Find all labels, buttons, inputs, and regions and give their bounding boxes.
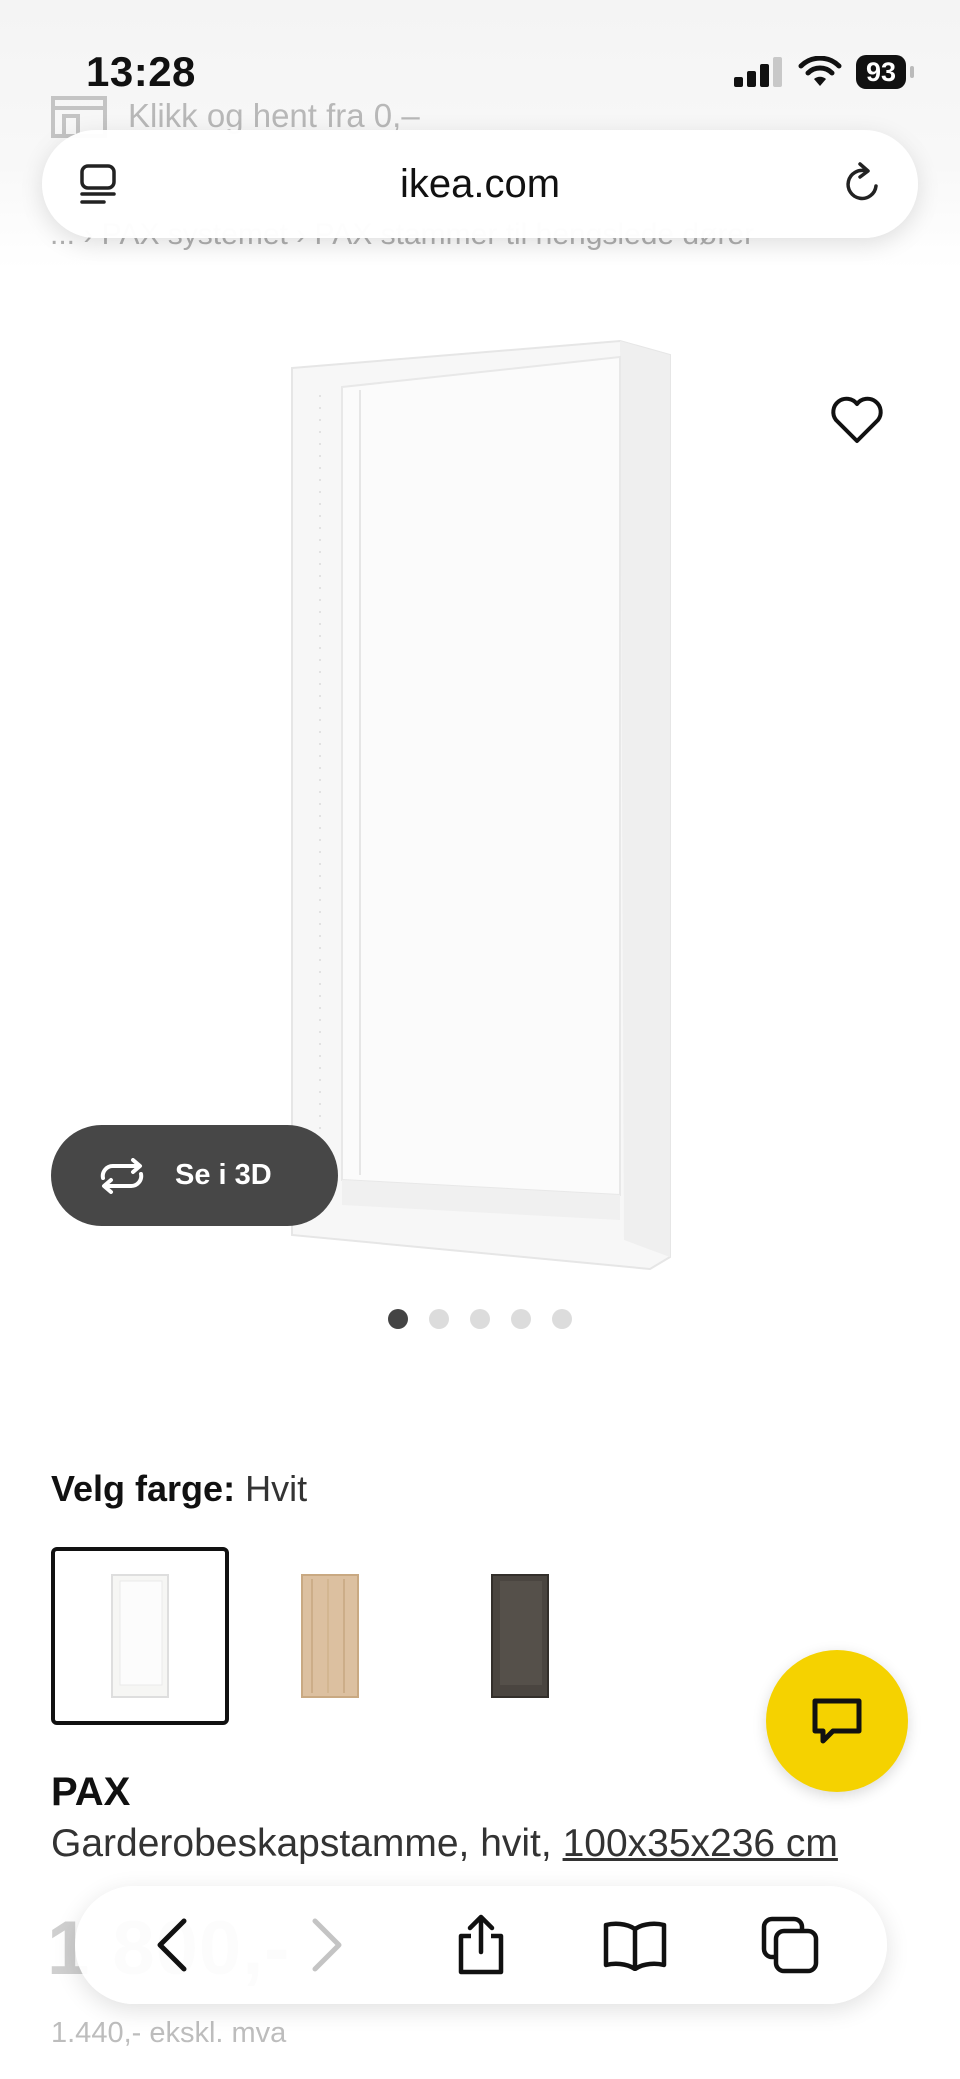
- product-dimensions-link[interactable]: 100x35x236 cm: [563, 1822, 838, 1865]
- url-text[interactable]: ikea.com: [400, 162, 560, 207]
- chevron-right-icon: [312, 1918, 342, 1972]
- product-name: PAX: [51, 1770, 131, 1814]
- view-3d-label: Se i 3D: [175, 1159, 272, 1191]
- status-time: 13:28: [86, 48, 196, 95]
- browser-toolbar: [75, 1886, 887, 2004]
- signal-icon: [733, 57, 782, 87]
- bookmarks-button[interactable]: [590, 1905, 680, 1985]
- favorite-heart-icon[interactable]: [830, 395, 884, 445]
- reader-mode-icon[interactable]: [76, 162, 120, 206]
- carousel-dot[interactable]: [388, 1309, 408, 1329]
- product-image[interactable]: [280, 335, 680, 1270]
- product-description-text: Garderobeskapstamme, hvit,: [51, 1822, 563, 1865]
- tabs-icon: [761, 1916, 818, 1974]
- tabs-button[interactable]: [745, 1905, 835, 1985]
- address-bar[interactable]: ikea.com: [42, 130, 918, 238]
- color-swatches: [51, 1547, 609, 1725]
- chat-button[interactable]: [766, 1650, 908, 1792]
- product-description: Garderobeskapstamme, hvit, 100x35x236 cm: [51, 1822, 838, 1866]
- battery-cap: [910, 66, 914, 78]
- status-icons: 93: [733, 55, 914, 89]
- rotate-3d-icon: [100, 1157, 144, 1194]
- share-button[interactable]: [436, 1905, 526, 1985]
- back-button[interactable]: [127, 1905, 217, 1985]
- swatch-white[interactable]: [51, 1547, 229, 1725]
- swatch-dark[interactable]: [431, 1547, 609, 1725]
- swatch-white-image: [111, 1574, 169, 1698]
- swatch-oak-image: [301, 1574, 359, 1698]
- forward-button[interactable]: [282, 1905, 372, 1985]
- swatch-oak[interactable]: [241, 1547, 419, 1725]
- wifi-icon: [798, 56, 842, 86]
- book-icon: [604, 1921, 667, 1971]
- price-excl-vat: 1.440,- ekskl. mva: [51, 2017, 287, 2049]
- share-icon: [458, 1914, 504, 1975]
- color-value: Hvit: [245, 1468, 308, 1509]
- battery-indicator: 93: [855, 55, 906, 89]
- carousel-dot[interactable]: [470, 1309, 490, 1329]
- color-selector-label: Velg farge: Hvit: [51, 1468, 307, 1510]
- swatch-dark-image: [491, 1574, 549, 1698]
- reload-icon[interactable]: [840, 162, 884, 206]
- color-label-prefix: Velg farge:: [51, 1468, 236, 1509]
- carousel-dot[interactable]: [511, 1309, 531, 1329]
- chat-bubble-icon: [812, 1698, 862, 1744]
- carousel-dot[interactable]: [552, 1309, 572, 1329]
- carousel-dot[interactable]: [429, 1309, 449, 1329]
- image-carousel-dots[interactable]: [388, 1309, 572, 1329]
- chevron-left-icon: [157, 1918, 187, 1972]
- view-3d-button[interactable]: Se i 3D: [51, 1125, 338, 1226]
